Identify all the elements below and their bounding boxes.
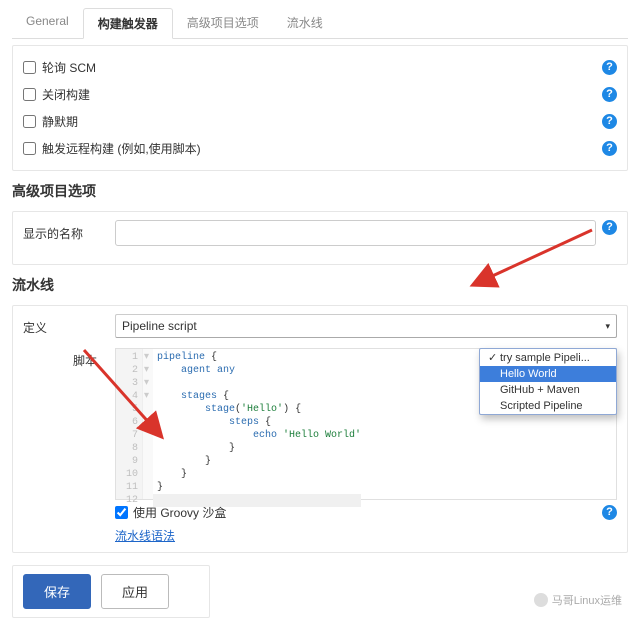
display-name-input[interactable] [115, 220, 596, 246]
definition-row: 定义 Pipeline script ▾ [23, 314, 617, 338]
checkbox-disable-build[interactable] [23, 88, 36, 101]
tab-general[interactable]: General [12, 8, 83, 38]
sample-pipeline-dropdown[interactable]: ✓try sample Pipeli...Hello WorldGitHub +… [479, 348, 617, 415]
label-groovy-sandbox: 使用 Groovy 沙盒 [133, 504, 226, 521]
help-icon[interactable]: ? [602, 505, 617, 520]
definition-select[interactable]: Pipeline script ▾ [115, 314, 617, 338]
display-name-label: 显示的名称 [23, 220, 115, 242]
pipeline-section: 流水线 定义 Pipeline script ▾ 脚本 123456789101… [12, 275, 628, 553]
save-button[interactable]: 保存 [23, 574, 91, 609]
definition-label: 定义 [23, 314, 115, 336]
label-disable-build: 关闭构建 [42, 86, 90, 103]
option-disable-build: 关闭构建 ? [23, 81, 617, 108]
help-icon[interactable]: ? [602, 141, 617, 156]
option-remote-trigger: 触发远程构建 (例如,使用脚本) ? [23, 135, 617, 162]
checkbox-groovy-sandbox[interactable] [115, 506, 128, 519]
label-poll-scm: 轮询 SCM [42, 59, 96, 76]
script-row: 脚本 123456789101112▾ ▾▾▾ pipeline { agent… [23, 348, 617, 500]
checkbox-poll-scm[interactable] [23, 61, 36, 74]
checkbox-remote-trigger[interactable] [23, 142, 36, 155]
option-poll-scm: 轮询 SCM ? [23, 54, 617, 81]
definition-value: Pipeline script [122, 319, 197, 333]
sample-option[interactable]: GitHub + Maven [480, 382, 616, 398]
pipeline-syntax-link[interactable]: 流水线语法 [115, 529, 175, 543]
sandbox-row: 使用 Groovy 沙盒 ? [23, 504, 617, 521]
advanced-options-section: 高级项目选项 显示的名称 ? [12, 181, 628, 265]
tab-pipeline[interactable]: 流水线 [273, 8, 337, 38]
advanced-options-title: 高级项目选项 [12, 181, 628, 201]
footer-actions: 保存 应用 [12, 565, 210, 618]
pipeline-title: 流水线 [12, 275, 628, 295]
help-icon[interactable]: ? [602, 60, 617, 75]
config-tabs: General 构建触发器 高级项目选项 流水线 [12, 8, 628, 39]
tab-build-triggers[interactable]: 构建触发器 [83, 8, 173, 39]
label-quiet-period: 静默期 [42, 113, 78, 130]
wechat-icon [534, 593, 548, 607]
label-remote-trigger: 触发远程构建 (例如,使用脚本) [42, 140, 201, 157]
chevron-down-icon: ▾ [605, 321, 610, 332]
watermark: 马哥Linux运维 [534, 592, 622, 608]
checkbox-quiet-period[interactable] [23, 115, 36, 128]
build-triggers-section: 轮询 SCM ? 关闭构建 ? 静默期 ? 触发远程构建 (例如,使用脚本) ? [12, 45, 628, 171]
help-icon[interactable]: ? [602, 114, 617, 129]
sample-option[interactable]: Hello World [480, 366, 616, 382]
help-icon[interactable]: ? [602, 87, 617, 102]
tab-advanced-options[interactable]: 高级项目选项 [173, 8, 273, 38]
apply-button[interactable]: 应用 [101, 574, 169, 609]
watermark-text: 马哥Linux运维 [552, 592, 622, 608]
sample-option[interactable]: ✓try sample Pipeli... [480, 349, 616, 366]
display-name-row: 显示的名称 ? [23, 220, 617, 246]
option-quiet-period: 静默期 ? [23, 108, 617, 135]
pipeline-syntax-row: 流水线语法 [23, 527, 617, 544]
sample-option[interactable]: Scripted Pipeline [480, 398, 616, 414]
help-icon[interactable]: ? [602, 220, 617, 235]
script-label: 脚本 [73, 348, 115, 500]
